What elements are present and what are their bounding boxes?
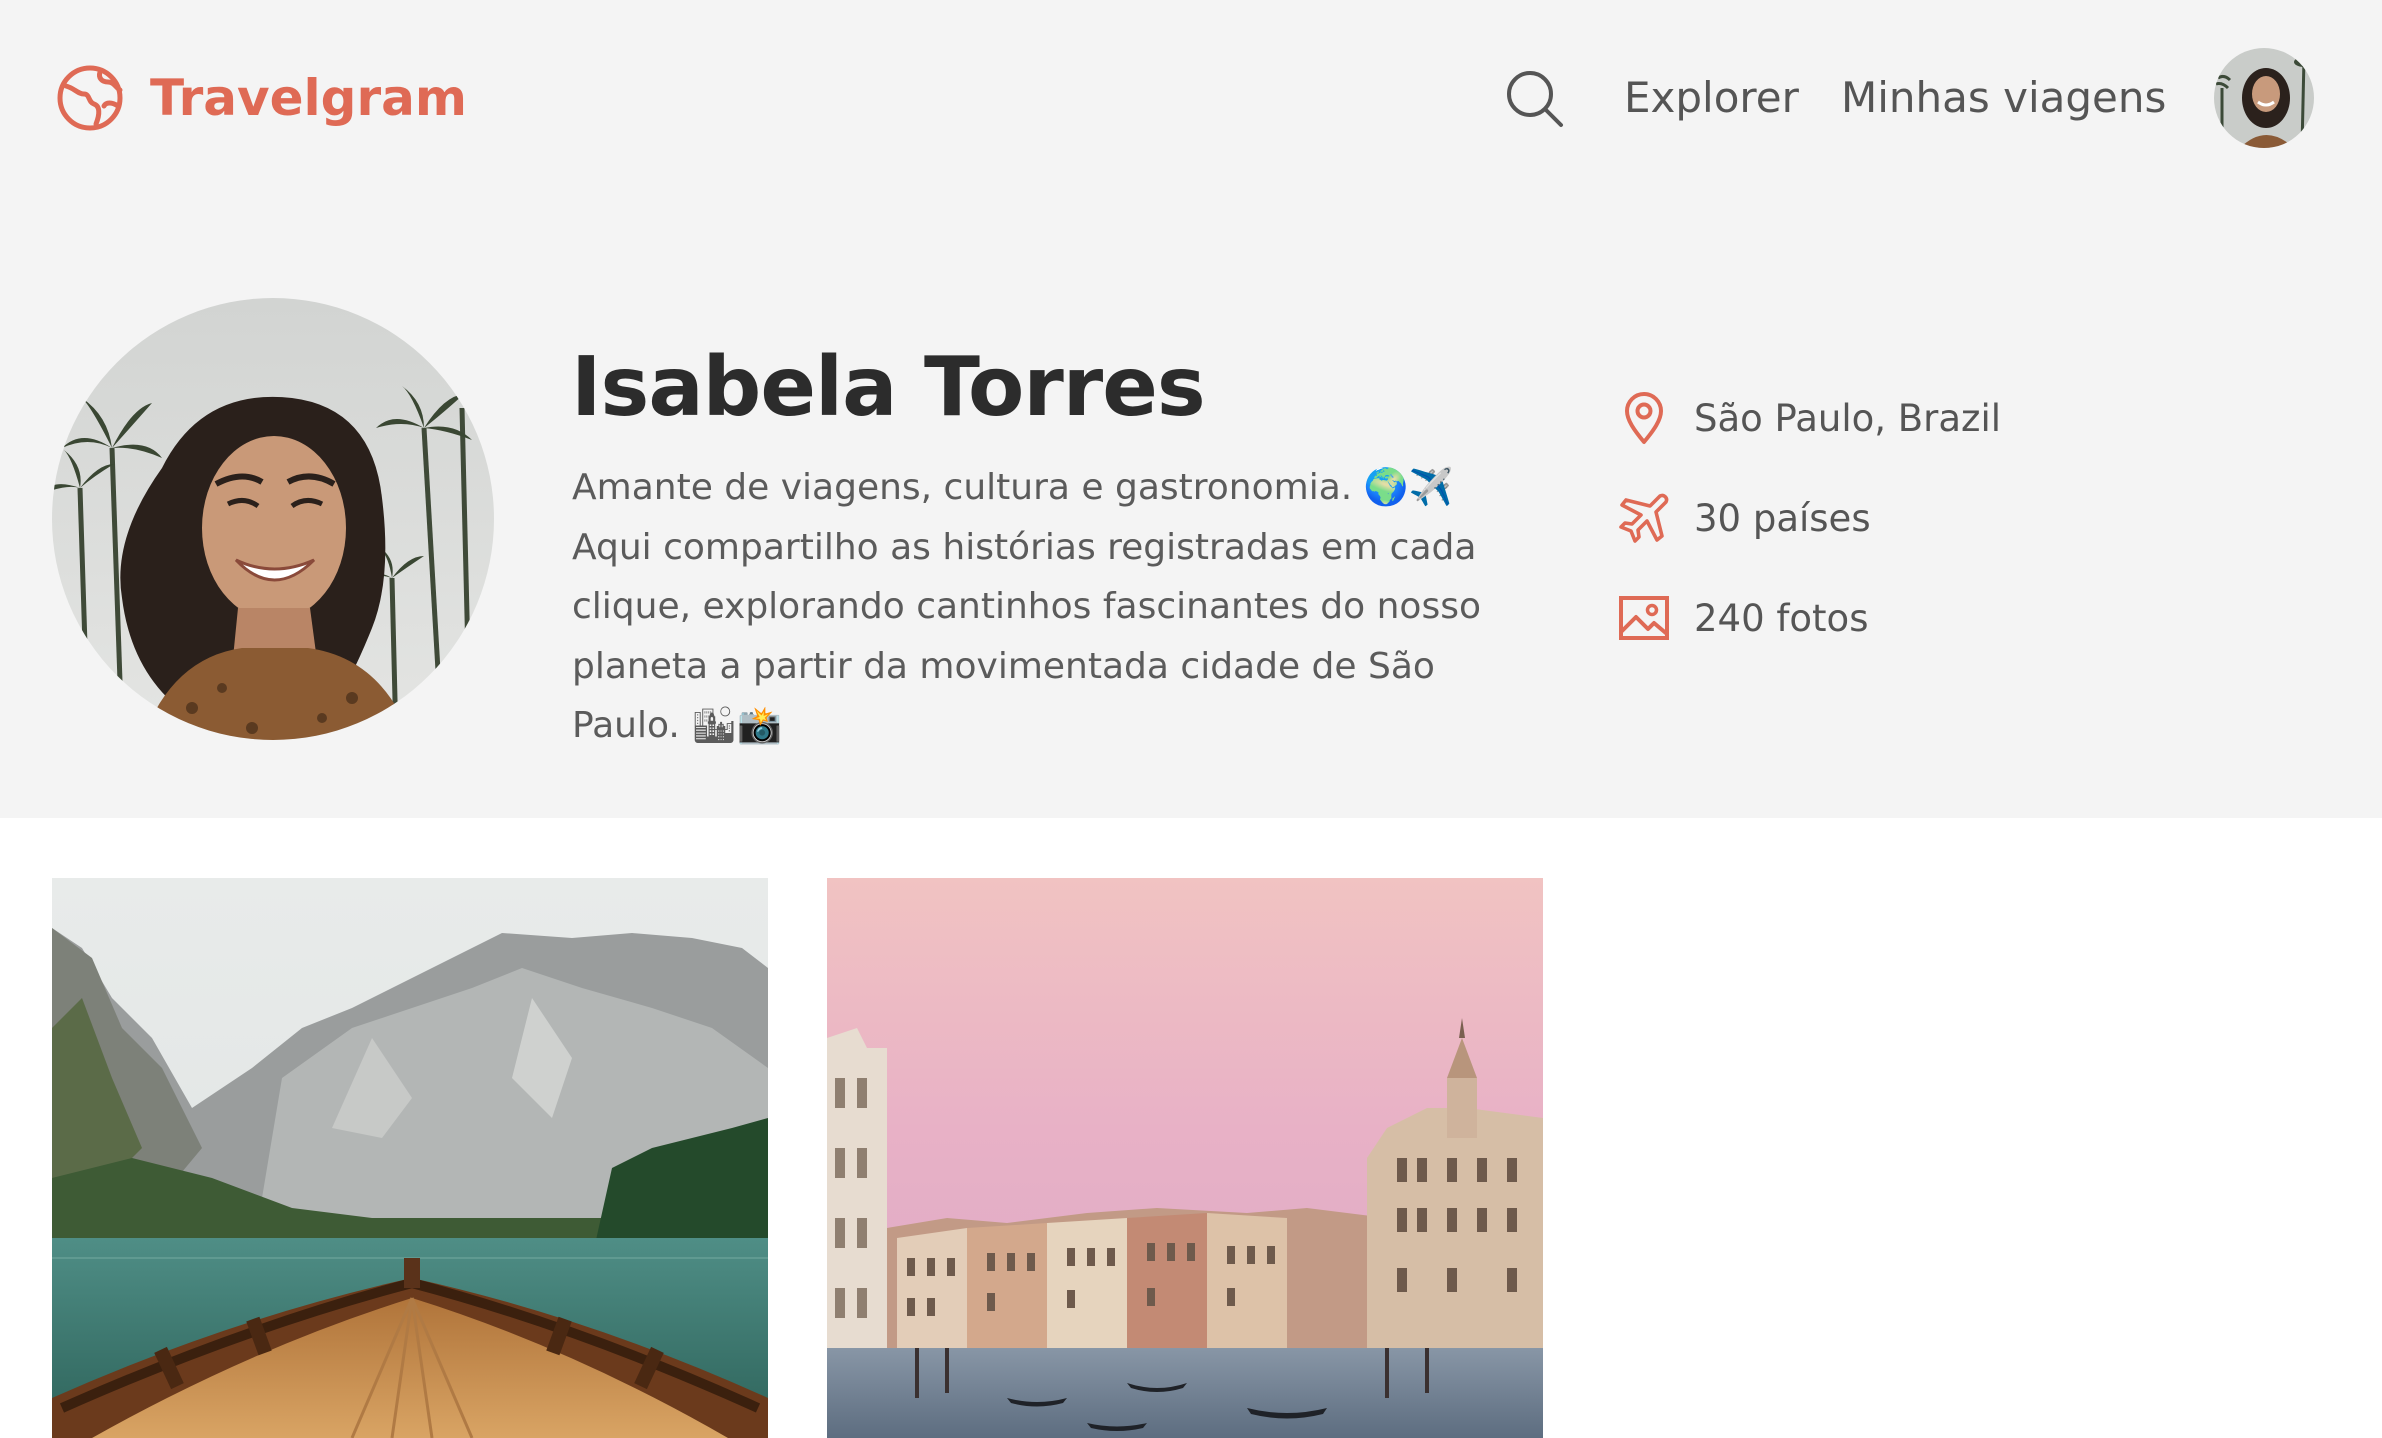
stat-countries-text: 30 países bbox=[1694, 496, 1871, 540]
gallery-photo-venice[interactable] bbox=[827, 878, 1543, 1438]
brand-name: Travelgram bbox=[150, 69, 467, 127]
nav-link-my-trips[interactable]: Minhas viagens bbox=[1841, 70, 2166, 126]
mountain-lake-boat-photo bbox=[52, 878, 768, 1438]
top-navigation: Travelgram Explorer Minhas viagens bbox=[0, 0, 2382, 200]
airplane-icon bbox=[1619, 493, 1669, 543]
profile-photo bbox=[52, 298, 494, 740]
user-avatar[interactable] bbox=[2214, 48, 2314, 148]
profile-photo-image bbox=[52, 298, 494, 740]
stat-photos: 240 fotos bbox=[1616, 588, 1868, 648]
stat-location: São Paulo, Brazil bbox=[1616, 388, 2001, 448]
brand-logo[interactable]: Travelgram bbox=[56, 64, 467, 132]
gallery-photo-mountain-lake[interactable] bbox=[52, 878, 768, 1438]
stat-photos-text: 240 fotos bbox=[1694, 596, 1869, 640]
image-icon bbox=[1619, 596, 1669, 640]
profile-name: Isabela Torres bbox=[571, 340, 1206, 435]
search-icon[interactable] bbox=[1504, 68, 1566, 130]
venice-canal-photo bbox=[827, 878, 1543, 1438]
nav-link-explorer[interactable]: Explorer bbox=[1624, 70, 1799, 126]
stat-countries: 30 países bbox=[1616, 488, 1871, 548]
stat-location-text: São Paulo, Brazil bbox=[1694, 396, 2002, 440]
profile-bio: Amante de viagens, cultura e gastronomia… bbox=[572, 467, 1481, 746]
map-pin-icon bbox=[1625, 392, 1663, 444]
avatar-image bbox=[2214, 48, 2314, 148]
globe-icon bbox=[57, 65, 123, 131]
